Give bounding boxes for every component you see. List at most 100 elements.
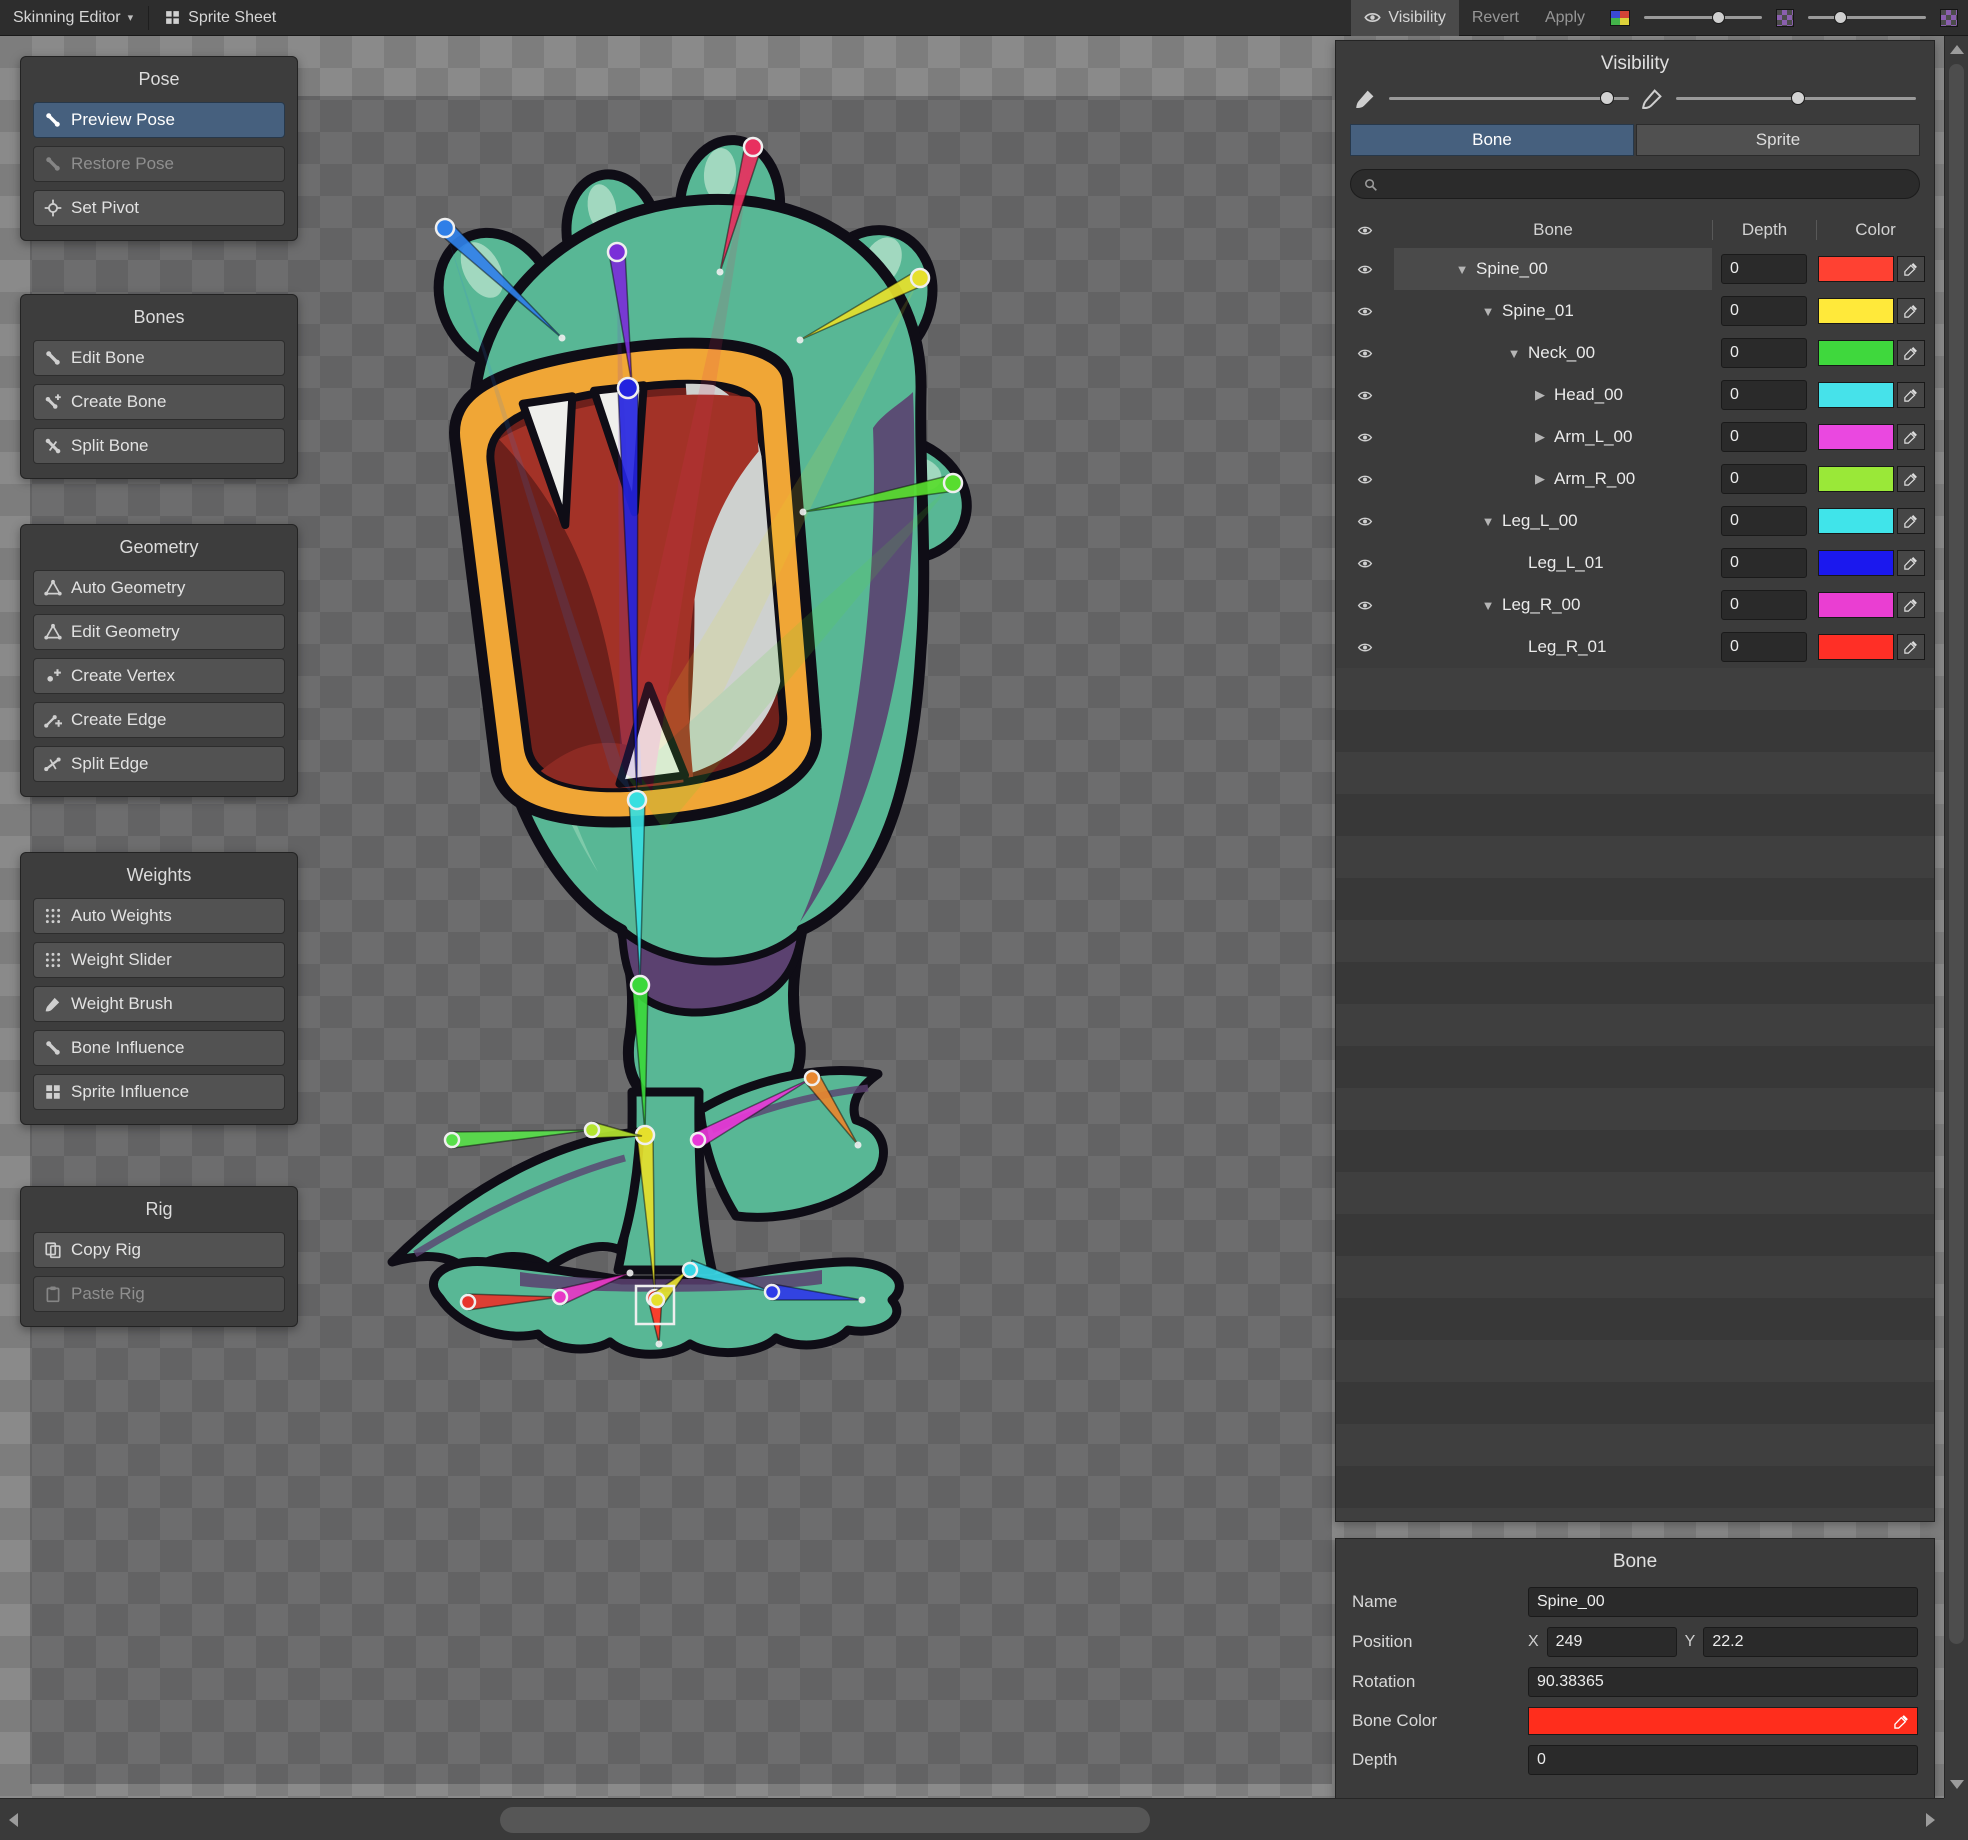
eye-toggle[interactable] bbox=[1336, 514, 1394, 529]
depth-input[interactable] bbox=[1721, 506, 1807, 536]
expand-arrow-icon[interactable]: ▶ bbox=[1532, 429, 1548, 445]
copy-rig-button[interactable]: Copy Rig bbox=[33, 1232, 285, 1268]
bone-color-swatch[interactable] bbox=[1818, 508, 1894, 534]
depth-input[interactable] bbox=[1721, 296, 1807, 326]
search-input[interactable] bbox=[1386, 175, 1907, 193]
bone-row-leg-l-00[interactable]: ▼Leg_L_00 bbox=[1336, 500, 1934, 542]
bone-row-leg-r-01[interactable]: Leg_R_01 bbox=[1336, 626, 1934, 668]
eyedropper-icon[interactable] bbox=[1897, 256, 1925, 282]
bone-color-field[interactable] bbox=[1528, 1707, 1918, 1735]
eye-toggle[interactable] bbox=[1336, 472, 1394, 487]
paste-rig-button[interactable]: Paste Rig bbox=[33, 1276, 285, 1312]
bone-color-swatch[interactable] bbox=[1818, 256, 1894, 282]
depth-input[interactable] bbox=[1721, 338, 1807, 368]
eye-toggle[interactable] bbox=[1336, 346, 1394, 361]
bone-color-swatch[interactable] bbox=[1818, 298, 1894, 324]
eye-toggle[interactable] bbox=[1336, 262, 1394, 277]
eye-toggle[interactable] bbox=[1336, 388, 1394, 403]
bone-row-spine-01[interactable]: ▼Spine_01 bbox=[1336, 290, 1934, 332]
brush-icon[interactable] bbox=[1354, 87, 1377, 110]
edit-geometry-button[interactable]: Edit Geometry bbox=[33, 614, 285, 650]
eyedropper-icon[interactable] bbox=[1894, 1714, 1909, 1729]
horizontal-scroll-thumb[interactable] bbox=[500, 1807, 1150, 1833]
depth-column-header[interactable]: Depth bbox=[1712, 220, 1816, 240]
create-edge-button[interactable]: Create Edge bbox=[33, 702, 285, 738]
depth-input[interactable] bbox=[1721, 632, 1807, 662]
bone-color-swatch[interactable] bbox=[1818, 550, 1894, 576]
auto-weights-button[interactable]: Auto Weights bbox=[33, 898, 285, 934]
position-y-input[interactable] bbox=[1703, 1627, 1918, 1657]
expand-arrow-icon[interactable]: ▼ bbox=[1480, 514, 1496, 529]
rotation-input[interactable] bbox=[1528, 1667, 1918, 1697]
bone-search-box[interactable] bbox=[1350, 169, 1920, 199]
bone-row-arm-l-00[interactable]: ▶Arm_L_00 bbox=[1336, 416, 1934, 458]
weight-slider-button[interactable]: Weight Slider bbox=[33, 942, 285, 978]
brush-outline-icon[interactable] bbox=[1641, 87, 1664, 110]
sprite-influence-button[interactable]: Sprite Influence bbox=[33, 1074, 285, 1110]
vertical-scroll-thumb[interactable] bbox=[1949, 64, 1964, 1644]
sprite-opacity-slider[interactable] bbox=[1644, 16, 1762, 19]
split-edge-button[interactable]: Split Edge bbox=[33, 746, 285, 782]
bone-color-swatch[interactable] bbox=[1818, 340, 1894, 366]
position-x-input[interactable] bbox=[1547, 1627, 1677, 1657]
edit-bone-button[interactable]: Edit Bone bbox=[33, 340, 285, 376]
slider-knob[interactable] bbox=[1600, 91, 1614, 105]
bone-color-swatch[interactable] bbox=[1818, 382, 1894, 408]
eye-toggle[interactable] bbox=[1336, 556, 1394, 571]
visibility-toggle-button[interactable]: Visibility bbox=[1351, 0, 1459, 36]
expand-arrow-icon[interactable]: ▶ bbox=[1532, 471, 1548, 487]
depth-input[interactable] bbox=[1721, 254, 1807, 284]
restore-pose-button[interactable]: Restore Pose bbox=[33, 146, 285, 182]
create-bone-button[interactable]: Create Bone bbox=[33, 384, 285, 420]
bone-color-swatch[interactable] bbox=[1818, 424, 1894, 450]
mesh-overlay-opacity-slider[interactable] bbox=[1676, 97, 1916, 100]
texture-opacity-icon[interactable] bbox=[1776, 9, 1794, 27]
depth-input[interactable] bbox=[1721, 548, 1807, 578]
eyedropper-icon[interactable] bbox=[1897, 340, 1925, 366]
expand-arrow-icon[interactable]: ▼ bbox=[1480, 304, 1496, 319]
bone-row-spine-00[interactable]: ▼Spine_00 bbox=[1336, 248, 1934, 290]
bone-row-leg-l-01[interactable]: Leg_L_01 bbox=[1336, 542, 1934, 584]
skinning-editor-dropdown[interactable]: Skinning Editor ▾ bbox=[0, 0, 146, 36]
color-column-header[interactable]: Color bbox=[1816, 220, 1934, 240]
slider-knob[interactable] bbox=[1834, 11, 1847, 24]
eyedropper-icon[interactable] bbox=[1897, 424, 1925, 450]
sprite-sheet-button[interactable]: Sprite Sheet bbox=[151, 0, 289, 36]
scroll-left-arrow-icon[interactable] bbox=[9, 1813, 18, 1827]
eye-column-header[interactable] bbox=[1336, 223, 1394, 238]
depth-input[interactable] bbox=[1721, 422, 1807, 452]
slider-knob[interactable] bbox=[1712, 11, 1725, 24]
expand-arrow-icon[interactable]: ▼ bbox=[1506, 346, 1522, 361]
bone-opacity-slider[interactable] bbox=[1808, 16, 1926, 19]
bone-row-head-00[interactable]: ▶Head_00 bbox=[1336, 374, 1934, 416]
eye-toggle[interactable] bbox=[1336, 304, 1394, 319]
scroll-right-arrow-icon[interactable] bbox=[1926, 1813, 1935, 1827]
scroll-up-arrow-icon[interactable] bbox=[1950, 45, 1964, 54]
depth-input[interactable] bbox=[1528, 1745, 1918, 1775]
eye-toggle[interactable] bbox=[1336, 598, 1394, 613]
revert-button[interactable]: Revert bbox=[1459, 0, 1532, 36]
slider-knob[interactable] bbox=[1791, 91, 1805, 105]
set-pivot-button[interactable]: Set Pivot bbox=[33, 190, 285, 226]
create-vertex-button[interactable]: Create Vertex bbox=[33, 658, 285, 694]
preview-pose-button[interactable]: Preview Pose bbox=[33, 102, 285, 138]
eyedropper-icon[interactable] bbox=[1897, 382, 1925, 408]
expand-arrow-icon[interactable]: ▼ bbox=[1480, 598, 1496, 613]
eye-toggle[interactable] bbox=[1336, 640, 1394, 655]
eyedropper-icon[interactable] bbox=[1897, 298, 1925, 324]
eyedropper-icon[interactable] bbox=[1897, 634, 1925, 660]
tab-bone[interactable]: Bone bbox=[1350, 124, 1634, 156]
bone-influence-button[interactable]: Bone Influence bbox=[33, 1030, 285, 1066]
depth-input[interactable] bbox=[1721, 590, 1807, 620]
expand-arrow-icon[interactable]: ▶ bbox=[1532, 387, 1548, 403]
eyedropper-icon[interactable] bbox=[1897, 508, 1925, 534]
bone-overlay-opacity-slider[interactable] bbox=[1389, 97, 1629, 100]
weight-brush-button[interactable]: Weight Brush bbox=[33, 986, 285, 1022]
horizontal-scrollbar[interactable] bbox=[0, 1798, 1944, 1840]
bone-color-swatch[interactable] bbox=[1818, 592, 1894, 618]
depth-input[interactable] bbox=[1721, 380, 1807, 410]
eyedropper-icon[interactable] bbox=[1897, 550, 1925, 576]
expand-arrow-icon[interactable]: ▼ bbox=[1454, 262, 1470, 277]
auto-geometry-button[interactable]: Auto Geometry bbox=[33, 570, 285, 606]
split-bone-button[interactable]: Split Bone bbox=[33, 428, 285, 464]
